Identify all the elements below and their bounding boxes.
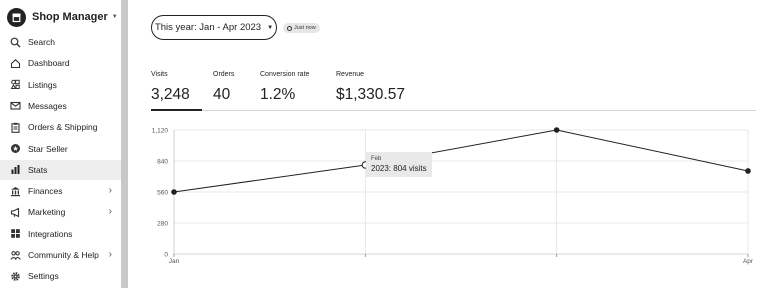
people-icon [9,249,21,261]
shop-manager-title: Shop Manager [32,11,108,23]
sidebar-item-label: Listings [28,79,57,90]
sidebar-item-star-seller[interactable]: Star Seller [0,139,121,159]
listings-icon [9,79,21,91]
metrics-divider [151,110,756,111]
sidebar-item-label: Stats [28,164,48,175]
chevron-right-icon: › [108,206,112,218]
grid-icon [9,228,21,240]
sidebar-item-listings[interactable]: Listings [0,75,121,95]
caret-down-icon: ▼ [267,24,274,31]
sidebar-item-label: Community & Help [28,250,99,260]
sidebar-item-integrations[interactable]: Integrations [0,224,121,244]
tooltip-month: Feb [371,156,382,162]
star-seller-icon [9,143,21,155]
home-icon [9,57,21,69]
sidebar-item-settings[interactable]: Settings [0,266,121,286]
y-tick-label: 1,120 [152,128,169,135]
metric-value: 1.2% [260,86,296,103]
sidebar-item-search[interactable]: Search [0,32,121,52]
search-icon [9,36,21,48]
mail-icon [9,100,21,112]
date-range-label: This year: Jan - Apr 2023 [154,22,262,33]
sidebar-item-label: Search [28,37,55,47]
shop-logo-icon [7,7,26,27]
data-point [171,189,177,195]
clock-icon [287,25,292,31]
visits-line-chart: 02805608401,120Jan Apr [152,127,754,265]
sidebar-item-messages[interactable]: Messages [0,96,121,116]
sidebar: Shop Manager ▼ Search Dashboard Listings Me… [0,0,121,288]
x-tick-label: Apr [743,258,754,265]
metric-value: $1,330.57 [336,86,405,103]
caret-down-icon: ▼ [111,14,118,20]
sidebar-item-marketing[interactable]: Marketing › [0,202,121,222]
chevron-right-icon: › [108,185,112,197]
sidebar-item-label: Integrations [28,228,73,239]
data-point [553,127,560,133]
tooltip-value: 2023: 804 visits [371,164,427,173]
sidebar-item-label: Star Seller [28,143,68,154]
updated-badge: Just now [283,23,320,33]
sidebar-item-community-and-help[interactable]: Community & Help › [0,245,121,265]
chevron-right-icon: › [108,249,112,260]
metric-label: Revenue [336,71,365,78]
date-range-button[interactable]: This year: Jan - Apr 2023 ▼ [151,15,277,40]
sidebar-item-stats[interactable]: Stats [0,159,121,180]
y-tick-label: 840 [157,159,168,166]
sidebar-item-finances[interactable]: Finances › [0,181,121,201]
sidebar-item-label: Settings [28,271,59,282]
y-tick-label: 560 [157,190,168,197]
bar-chart-icon [9,164,21,176]
active-metric-underline [151,109,202,111]
sidebar-item-dashboard[interactable]: Dashboard [0,53,121,73]
metric-label: Conversion rate [260,71,310,78]
metric-value: 3,248 [151,86,190,103]
sidebar-item-label: Dashboard [28,58,70,69]
y-tick-label: 280 [157,221,168,228]
sidebar-item-label: Messages [28,100,67,111]
chart-tooltip: Feb 2023: 804 visits [366,152,432,177]
x-tick-label: Jan [169,258,180,265]
bank-icon [9,185,21,197]
sidebar-item-label: Orders & Shipping [28,122,98,133]
sidebar-item-label: Marketing [28,207,66,218]
sidebar-item-label: Finances [28,186,63,197]
shop-manager-menu[interactable]: Shop Manager ▼ [7,7,118,27]
megaphone-icon [9,206,21,218]
updated-badge-label: Just now [294,25,316,31]
sidebar-item-orders-and-shipping[interactable]: Orders & Shipping [0,117,121,137]
sidebar-scrollbar[interactable] [121,0,128,288]
metric-value: 40 [213,86,231,103]
clipboard-icon [9,121,21,133]
data-point [745,168,751,174]
metric-label: Visits [151,71,168,78]
gear-icon [9,270,21,282]
metric-label: Orders [213,71,235,78]
